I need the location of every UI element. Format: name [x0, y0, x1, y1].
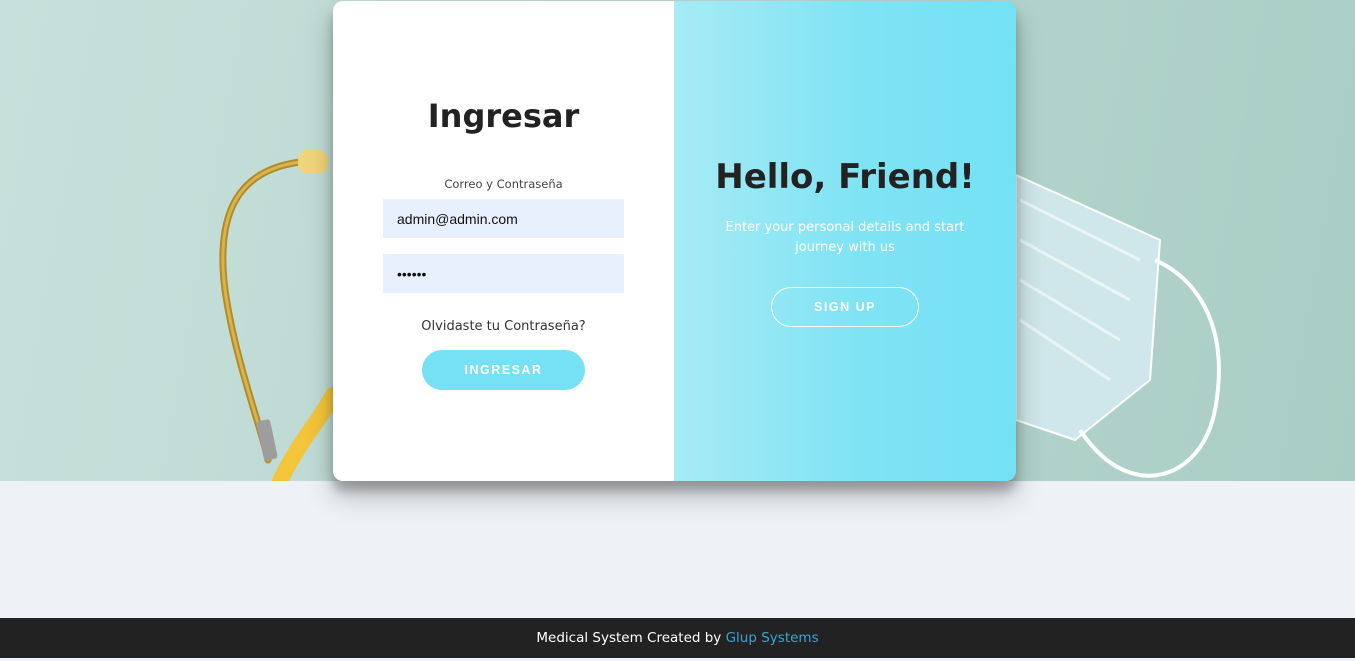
login-form-panel: Ingresar Correo y Contraseña Olvidaste t…: [333, 1, 674, 481]
signup-button[interactable]: SIGN UP: [771, 287, 919, 327]
footer-link[interactable]: Glup Systems: [726, 630, 819, 646]
login-subtitle: Correo y Contraseña: [444, 177, 563, 191]
password-field[interactable]: [383, 254, 624, 293]
signup-overlay-panel: Hello, Friend! Enter your personal detai…: [674, 1, 1016, 481]
login-button[interactable]: INGRESAR: [422, 350, 585, 390]
overlay-text: Enter your personal details and start jo…: [725, 220, 965, 255]
footer-text: Medical System Created by: [536, 630, 726, 646]
forgot-password-link[interactable]: Olvidaste tu Contraseña?: [333, 319, 674, 334]
footer: Medical System Created by Glup Systems: [0, 618, 1355, 658]
login-card: Ingresar Correo y Contraseña Olvidaste t…: [333, 1, 1016, 481]
email-field[interactable]: [383, 199, 624, 238]
login-title: Ingresar: [427, 97, 580, 135]
overlay-title: Hello, Friend!: [715, 157, 975, 197]
